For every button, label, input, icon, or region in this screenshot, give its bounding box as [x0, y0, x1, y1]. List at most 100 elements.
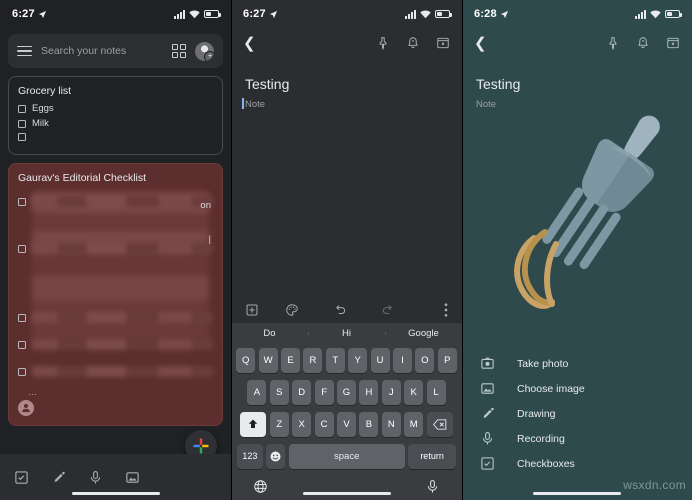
key-s[interactable]: S	[269, 380, 289, 406]
key-k[interactable]: K	[404, 380, 424, 406]
key-f[interactable]: F	[314, 380, 334, 406]
pin-icon[interactable]	[376, 36, 390, 50]
new-drawing-icon[interactable]	[51, 470, 66, 485]
note-title-field[interactable]: Testing	[462, 58, 692, 92]
key-e[interactable]: E	[281, 348, 301, 374]
new-checklist-icon[interactable]	[14, 470, 29, 485]
key-u[interactable]: U	[370, 348, 390, 374]
checklist-item[interactable]	[18, 360, 213, 383]
microphone-icon[interactable]	[425, 479, 440, 494]
search-input[interactable]: Search your notes	[41, 45, 163, 57]
new-recording-icon[interactable]	[88, 470, 103, 485]
reminder-bell-icon[interactable]	[636, 36, 650, 50]
add-box-icon[interactable]	[245, 303, 259, 317]
suggestion-item[interactable]: Do	[231, 328, 308, 339]
status-time: 6:27	[243, 8, 266, 20]
new-image-icon[interactable]	[125, 470, 140, 485]
space-key[interactable]: space	[288, 443, 405, 469]
note-overflow-indicator: …	[28, 387, 38, 397]
menu-item-drawing[interactable]: Drawing	[462, 401, 692, 426]
editor-top-bar: ❮	[231, 28, 462, 58]
more-vert-icon[interactable]	[444, 303, 448, 317]
note-card-editorial-checklist[interactable]: Gaurav's Editorial Checklist on | …	[8, 163, 223, 426]
reminder-bell-icon[interactable]	[406, 36, 420, 50]
palette-icon[interactable]	[285, 303, 299, 317]
pin-icon[interactable]	[606, 36, 620, 50]
key-c[interactable]: C	[314, 411, 334, 437]
key-h[interactable]: H	[359, 380, 379, 406]
keyboard: Do Hi Google Q W E R T Y U I O P A S D F	[231, 296, 462, 500]
home-indicator	[71, 491, 160, 495]
menu-item-choose-image[interactable]: Choose image	[462, 376, 692, 401]
shift-up-icon[interactable]	[240, 411, 267, 437]
numbers-key[interactable]: 123	[236, 443, 263, 469]
key-n[interactable]: N	[381, 411, 401, 437]
battery-icon	[665, 10, 682, 18]
undo-icon[interactable]	[333, 303, 347, 317]
avatar-add-badge: +	[207, 53, 213, 60]
note-title: Grocery list	[18, 85, 72, 97]
key-m[interactable]: M	[404, 411, 424, 437]
note-card-grocery-list[interactable]: Grocery list Eggs Milk	[8, 76, 223, 155]
checkbox-icon[interactable]	[18, 313, 26, 322]
note-body-field[interactable]: Note	[231, 92, 279, 110]
key-p[interactable]: P	[437, 348, 457, 374]
checklist-item[interactable]: Eggs	[18, 103, 213, 114]
checkbox-icon[interactable]	[18, 244, 26, 253]
checklist-item[interactable]: Milk	[18, 118, 213, 129]
key-w[interactable]: W	[258, 348, 278, 374]
account-avatar-icon[interactable]: +	[195, 41, 214, 61]
back-arrow-icon[interactable]: ❮	[243, 36, 256, 51]
checkbox-icon[interactable]	[18, 340, 26, 349]
menu-item-label: Take photo	[517, 357, 569, 370]
fork-with-spaghetti-illustration	[514, 115, 660, 309]
key-j[interactable]: J	[381, 380, 401, 406]
menu-item-label: Recording	[517, 432, 565, 445]
globe-language-icon[interactable]	[253, 479, 268, 494]
note-tools-bar	[231, 296, 462, 323]
key-r[interactable]: R	[303, 348, 323, 374]
key-v[interactable]: V	[337, 411, 356, 437]
key-x[interactable]: X	[292, 411, 312, 437]
checkbox-icon[interactable]	[18, 133, 26, 141]
key-l[interactable]: L	[426, 380, 446, 406]
menu-item-recording[interactable]: Recording	[462, 426, 692, 451]
back-arrow-icon[interactable]: ❮	[474, 36, 487, 51]
archive-icon[interactable]	[436, 36, 450, 50]
backspace-icon[interactable]	[426, 411, 453, 437]
key-z[interactable]: Z	[269, 411, 289, 437]
grid-view-icon[interactable]	[172, 44, 186, 58]
checkbox-icon[interactable]	[18, 104, 26, 113]
menu-item-label: Drawing	[517, 407, 556, 420]
microphone-icon	[482, 432, 493, 445]
collaborator-avatar-icon	[18, 400, 34, 416]
menu-item-checkboxes[interactable]: Checkboxes	[462, 451, 692, 476]
menu-item-take-photo[interactable]: Take photo	[462, 351, 692, 376]
key-q[interactable]: Q	[236, 348, 256, 374]
search-bar[interactable]: Search your notes +	[8, 34, 223, 68]
image-icon	[481, 383, 494, 394]
suggestion-item[interactable]: Hi	[308, 328, 385, 339]
key-d[interactable]: D	[292, 380, 312, 406]
status-indicators	[174, 9, 221, 19]
checklist-item[interactable]	[18, 133, 213, 141]
return-key[interactable]: return	[408, 443, 457, 469]
checkbox-icon[interactable]	[18, 197, 26, 206]
keyboard-row-1: Q W E R T Y U I O P	[231, 345, 462, 377]
key-a[interactable]: A	[247, 380, 267, 406]
key-g[interactable]: G	[337, 380, 356, 406]
emoji-icon[interactable]	[266, 443, 286, 469]
key-i[interactable]: I	[392, 348, 412, 374]
menu-item-label: Checkboxes	[517, 457, 575, 470]
key-b[interactable]: B	[359, 411, 379, 437]
key-y[interactable]: Y	[348, 348, 368, 374]
checkbox-icon[interactable]	[18, 119, 26, 128]
key-t[interactable]: T	[325, 348, 345, 374]
home-indicator	[302, 491, 391, 495]
suggestion-item[interactable]: Google	[385, 328, 462, 339]
checkbox-icon[interactable]	[18, 367, 26, 376]
archive-icon[interactable]	[666, 36, 680, 50]
hamburger-menu-icon[interactable]	[17, 45, 32, 57]
key-o[interactable]: O	[415, 348, 435, 374]
note-title-field[interactable]: Testing	[231, 58, 462, 92]
